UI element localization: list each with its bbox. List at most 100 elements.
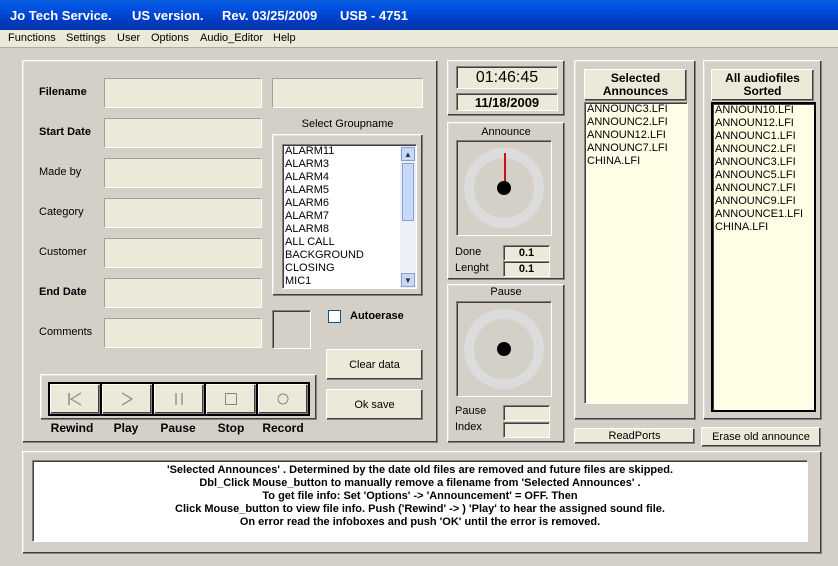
all-audiofiles-title-2: Sorted [743, 84, 782, 98]
list-item[interactable]: ANNOUNC9.LFI [713, 195, 814, 208]
list-item[interactable]: ALARM3 [283, 158, 416, 171]
app-name: Jo Tech Service. [10, 8, 112, 23]
list-item[interactable]: ANNOUNC7.LFI [585, 142, 687, 155]
filename-label: Filename [39, 86, 87, 98]
scroll-down-icon[interactable]: ▼ [401, 273, 415, 287]
menu-user[interactable]: User [117, 32, 140, 44]
end-date-field[interactable] [104, 278, 262, 308]
list-item[interactable]: ANNOUNC2.LFI [585, 116, 687, 129]
index-label: Index [455, 421, 482, 433]
done-label: Done [455, 246, 482, 258]
menu-help[interactable]: Help [273, 32, 296, 44]
list-item[interactable]: ANNOUN10.LFI [713, 104, 814, 117]
erase-old-announce-button[interactable]: Erase old announce [701, 427, 821, 447]
preview-box [272, 310, 311, 349]
play-button[interactable] [102, 384, 152, 414]
all-audiofiles-header: All audiofiles Sorted [711, 69, 814, 101]
list-item[interactable]: ALARM6 [283, 197, 416, 210]
list-item[interactable]: CHINA.LFI [585, 155, 687, 168]
filename-field[interactable] [104, 78, 262, 108]
announce-hub [497, 181, 511, 195]
selected-announces-header: Selected Announces [584, 69, 687, 101]
list-item[interactable]: ANNOUNC5.LFI [713, 169, 814, 182]
selected-announces-list[interactable]: ANNOUNC3.LFI ANNOUNC2.LFI ANNOUN12.LFI A… [584, 102, 688, 404]
list-item[interactable]: ANNOUNCE1.LFI [713, 208, 814, 221]
list-item[interactable]: ANNOUNC3.LFI [585, 103, 687, 116]
start-date-field[interactable] [104, 118, 262, 148]
list-item[interactable]: ANNOUNC7.LFI [713, 182, 814, 195]
autoerase-checkbox[interactable] [328, 310, 341, 323]
list-item[interactable]: ANNOUNC1.LFI [713, 130, 814, 143]
list-item[interactable]: ANNOUNC2.LFI [713, 143, 814, 156]
length-label: Lenght [455, 262, 489, 274]
record-button[interactable] [258, 384, 308, 414]
list-item[interactable]: CLOSING [283, 262, 416, 275]
rewind-button[interactable] [50, 384, 100, 414]
list-item[interactable]: ALARM11 [283, 145, 416, 158]
comments-field[interactable] [104, 318, 262, 348]
clock-time: 01:46:45 [456, 66, 558, 89]
customer-label: Customer [39, 246, 87, 258]
filename-extra-field[interactable] [272, 78, 423, 108]
pause-value [503, 405, 550, 421]
made-by-label: Made by [39, 166, 82, 178]
pause-title: Pause [490, 286, 522, 298]
list-item[interactable]: ANNOUN12.LFI [713, 117, 814, 130]
index-value [503, 422, 550, 438]
announce-title: Announce [481, 126, 531, 138]
list-item[interactable]: ALARM4 [283, 171, 416, 184]
info-line: Click Mouse_button to view file info. Pu… [175, 503, 665, 515]
menu-settings[interactable]: Settings [66, 32, 106, 44]
menu-audio-editor[interactable]: Audio_Editor [200, 32, 263, 44]
select-groupname-label: Select Groupname [301, 118, 394, 130]
category-label: Category [39, 206, 84, 218]
info-line: On error read the infoboxes and push 'OK… [239, 516, 601, 528]
ok-save-button[interactable]: Ok save [326, 389, 423, 420]
menu-bar: Functions Settings User Options Audio_Ed… [0, 30, 838, 48]
play-icon [121, 392, 134, 406]
record-caption: Record [262, 421, 304, 435]
pause-caption: Pause [160, 421, 196, 435]
pause-icon [175, 393, 183, 405]
usb-label: USB - 4751 [340, 8, 408, 23]
list-item[interactable]: CHINA.LFI [713, 221, 814, 234]
list-item[interactable]: ALARM7 [283, 210, 416, 223]
length-value: 0.1 [503, 261, 550, 277]
category-field[interactable] [104, 198, 262, 228]
transport-bar [48, 382, 310, 416]
menu-functions[interactable]: Functions [8, 32, 56, 44]
done-value: 0.1 [503, 245, 550, 261]
clear-data-button[interactable]: Clear data [326, 349, 423, 380]
scroll-thumb[interactable] [402, 163, 414, 221]
selected-announces-title-2: Announces [602, 84, 669, 98]
customer-field[interactable] [104, 238, 262, 268]
record-icon [277, 393, 289, 405]
list-item[interactable]: ANNOUN12.LFI [585, 129, 687, 142]
scroll-up-icon[interactable]: ▲ [401, 147, 415, 161]
stop-caption: Stop [217, 421, 245, 435]
info-line: To get file info: Set 'Options' -> 'Anno… [262, 490, 578, 502]
all-audiofiles-list[interactable]: ANNOUN10.LFI ANNOUN12.LFI ANNOUNC1.LFI A… [711, 102, 816, 412]
read-ports-button[interactable]: ReadPorts [574, 428, 695, 444]
version-label: US version. [132, 8, 204, 23]
list-item[interactable]: ANNOUNC3.LFI [713, 156, 814, 169]
list-item[interactable]: MIC1 [283, 275, 416, 288]
list-item[interactable]: ALARM8 [283, 223, 416, 236]
play-caption: Play [113, 421, 139, 435]
stop-button[interactable] [206, 384, 256, 414]
rewind-icon [68, 392, 82, 406]
menu-options[interactable]: Options [151, 32, 189, 44]
start-date-label: Start Date [39, 126, 91, 138]
pause-button[interactable] [154, 384, 204, 414]
pause-hub [497, 342, 511, 356]
pause-label: Pause [455, 405, 487, 417]
groupname-listbox[interactable]: ALARM11 ALARM3 ALARM4 ALARM5 ALARM6 ALAR… [282, 144, 417, 289]
list-item[interactable]: ALARM5 [283, 184, 416, 197]
info-line: Dbl_Click Mouse_button to manually remov… [199, 477, 641, 489]
groupname-scrollbar[interactable]: ▲ ▼ [400, 146, 416, 288]
rewind-caption: Rewind [50, 421, 94, 435]
made-by-field[interactable] [104, 158, 262, 188]
list-item[interactable]: ALL CALL [283, 236, 416, 249]
info-box: 'Selected Announces' . Determined by the… [32, 460, 808, 542]
list-item[interactable]: BACKGROUND [283, 249, 416, 262]
